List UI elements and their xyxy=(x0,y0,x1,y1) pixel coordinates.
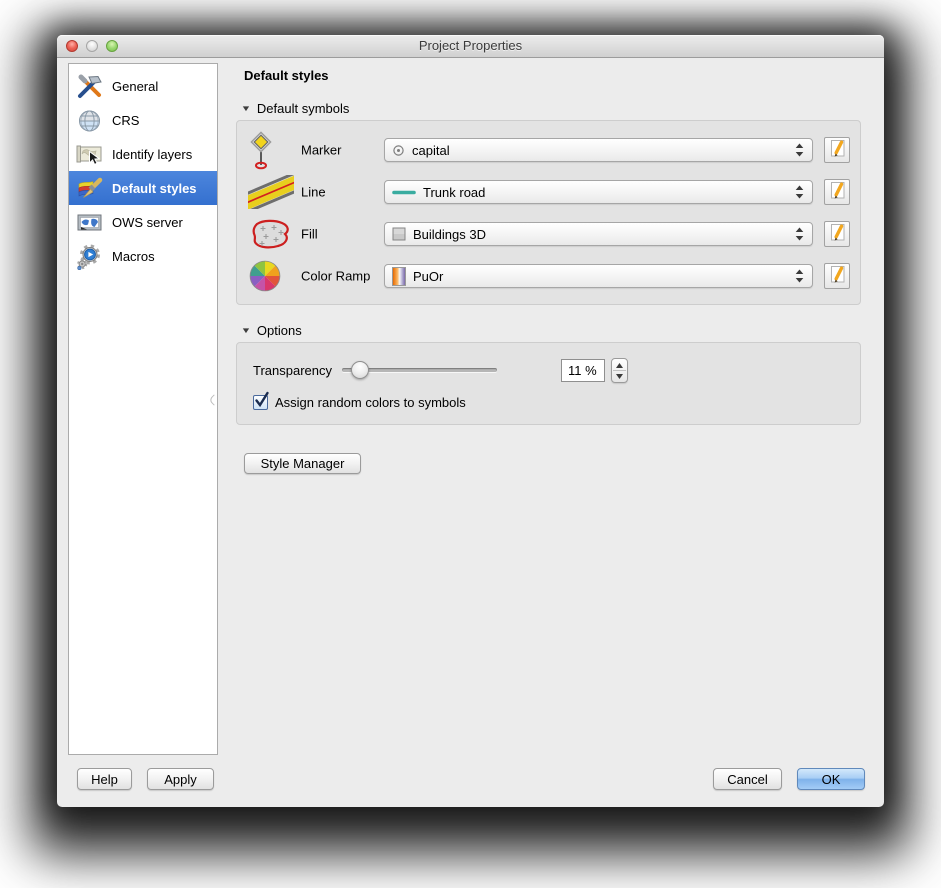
tools-icon xyxy=(76,73,103,100)
fill-symbol-icon xyxy=(248,217,294,251)
sidebar-item-default-styles[interactable]: Default styles xyxy=(69,171,217,205)
line-row: Line Trunk road xyxy=(237,177,860,207)
combo-arrows-icon xyxy=(795,185,804,199)
zoom-button[interactable] xyxy=(106,40,118,52)
point-symbol-preview xyxy=(392,144,405,157)
checkmark-icon xyxy=(253,391,270,412)
pencil-icon xyxy=(828,223,847,245)
fill-label: Fill xyxy=(301,227,318,242)
slider-handle[interactable] xyxy=(351,361,369,379)
color-wheel-icon xyxy=(248,259,294,293)
color-ramp-label: Color Ramp xyxy=(301,269,370,284)
ok-button[interactable]: OK xyxy=(797,768,865,790)
project-properties-window: Project Properties General xyxy=(57,35,884,807)
transparency-slider[interactable] xyxy=(342,360,497,380)
paintbrush-icon xyxy=(76,175,103,202)
gears-icon xyxy=(76,243,103,270)
color-ramp-combo-value: PuOr xyxy=(413,269,443,284)
fill-combo[interactable]: Buildings 3D xyxy=(384,222,813,246)
globe-icon xyxy=(76,107,103,134)
titlebar[interactable]: Project Properties xyxy=(57,35,884,58)
marker-combo-value: capital xyxy=(412,143,450,158)
apply-button[interactable]: Apply xyxy=(147,768,214,790)
line-combo-value: Trunk road xyxy=(423,185,485,200)
teal-line-preview xyxy=(392,189,416,196)
minimize-button[interactable] xyxy=(86,40,98,52)
line-combo[interactable]: Trunk road xyxy=(384,180,813,204)
transparency-stepper xyxy=(611,358,628,383)
transparency-value: 11 % xyxy=(568,363,597,378)
help-button[interactable]: Help xyxy=(77,768,132,790)
window-title: Project Properties xyxy=(57,35,884,57)
color-ramp-combo[interactable]: PuOr xyxy=(384,264,813,288)
random-colors-label: Assign random colors to symbols xyxy=(275,395,466,410)
line-symbol-icon xyxy=(248,175,294,209)
fill-combo-value: Buildings 3D xyxy=(413,227,486,242)
map-cursor-icon xyxy=(76,141,103,168)
marker-combo[interactable]: capital xyxy=(384,138,813,162)
sidebar-item-label: Macros xyxy=(112,249,155,264)
close-button[interactable] xyxy=(66,40,78,52)
combo-arrows-icon xyxy=(795,269,804,283)
sidebar-item-label: OWS server xyxy=(112,215,183,230)
sidebar-item-ows-server[interactable]: OWS server xyxy=(69,205,217,239)
gray-square-preview xyxy=(392,227,406,241)
collapse-triangle-icon: ▼ xyxy=(241,104,252,113)
sidebar: General CRS xyxy=(68,63,218,755)
sidebar-item-macros[interactable]: Macros xyxy=(69,239,217,273)
section-label: Default symbols xyxy=(257,101,349,116)
traffic-lights xyxy=(66,40,118,52)
sidebar-item-label: Default styles xyxy=(112,181,197,196)
section-label: Options xyxy=(257,323,302,338)
section-options[interactable]: ▼ Options xyxy=(242,323,302,338)
sidebar-item-identify-layers[interactable]: Identify layers xyxy=(69,137,217,171)
default-symbols-group: Marker capital xyxy=(236,120,861,305)
random-colors-checkbox[interactable] xyxy=(253,395,268,410)
combo-arrows-icon xyxy=(795,143,804,157)
marker-symbol-icon xyxy=(248,130,294,170)
color-ramp-row: Color Ramp PuOr xyxy=(237,261,860,291)
pencil-icon xyxy=(828,139,847,161)
page-title: Default styles xyxy=(244,68,329,83)
cancel-button[interactable]: Cancel xyxy=(713,768,782,790)
combo-arrows-icon xyxy=(795,227,804,241)
transparency-spinbox[interactable]: 11 % xyxy=(561,359,605,382)
pencil-icon xyxy=(828,265,847,287)
sidebar-item-label: General xyxy=(112,79,158,94)
fill-row: Fill Buildings 3D xyxy=(237,219,860,249)
edit-color-ramp-button[interactable] xyxy=(824,263,850,289)
pencil-icon xyxy=(828,181,847,203)
desktop: Project Properties General xyxy=(0,0,941,888)
stepper-down-button[interactable] xyxy=(612,370,627,382)
sidebar-item-general[interactable]: General xyxy=(69,69,217,103)
sidebar-item-label: CRS xyxy=(112,113,139,128)
sidebar-item-crs[interactable]: CRS xyxy=(69,103,217,137)
sidebar-item-label: Identify layers xyxy=(112,147,192,162)
marker-label: Marker xyxy=(301,143,341,158)
edit-fill-button[interactable] xyxy=(824,221,850,247)
map-frame-icon xyxy=(76,209,103,236)
transparency-label: Transparency xyxy=(253,363,332,378)
collapse-triangle-icon: ▼ xyxy=(241,326,252,335)
edit-marker-button[interactable] xyxy=(824,137,850,163)
marker-row: Marker capital xyxy=(237,135,860,165)
line-label: Line xyxy=(301,185,326,200)
options-group: Transparency 11 % xyxy=(236,342,861,425)
style-manager-button[interactable]: Style Manager xyxy=(244,453,361,474)
edit-line-button[interactable] xyxy=(824,179,850,205)
puor-gradient-preview xyxy=(392,267,406,286)
section-default-symbols[interactable]: ▼ Default symbols xyxy=(242,101,349,116)
